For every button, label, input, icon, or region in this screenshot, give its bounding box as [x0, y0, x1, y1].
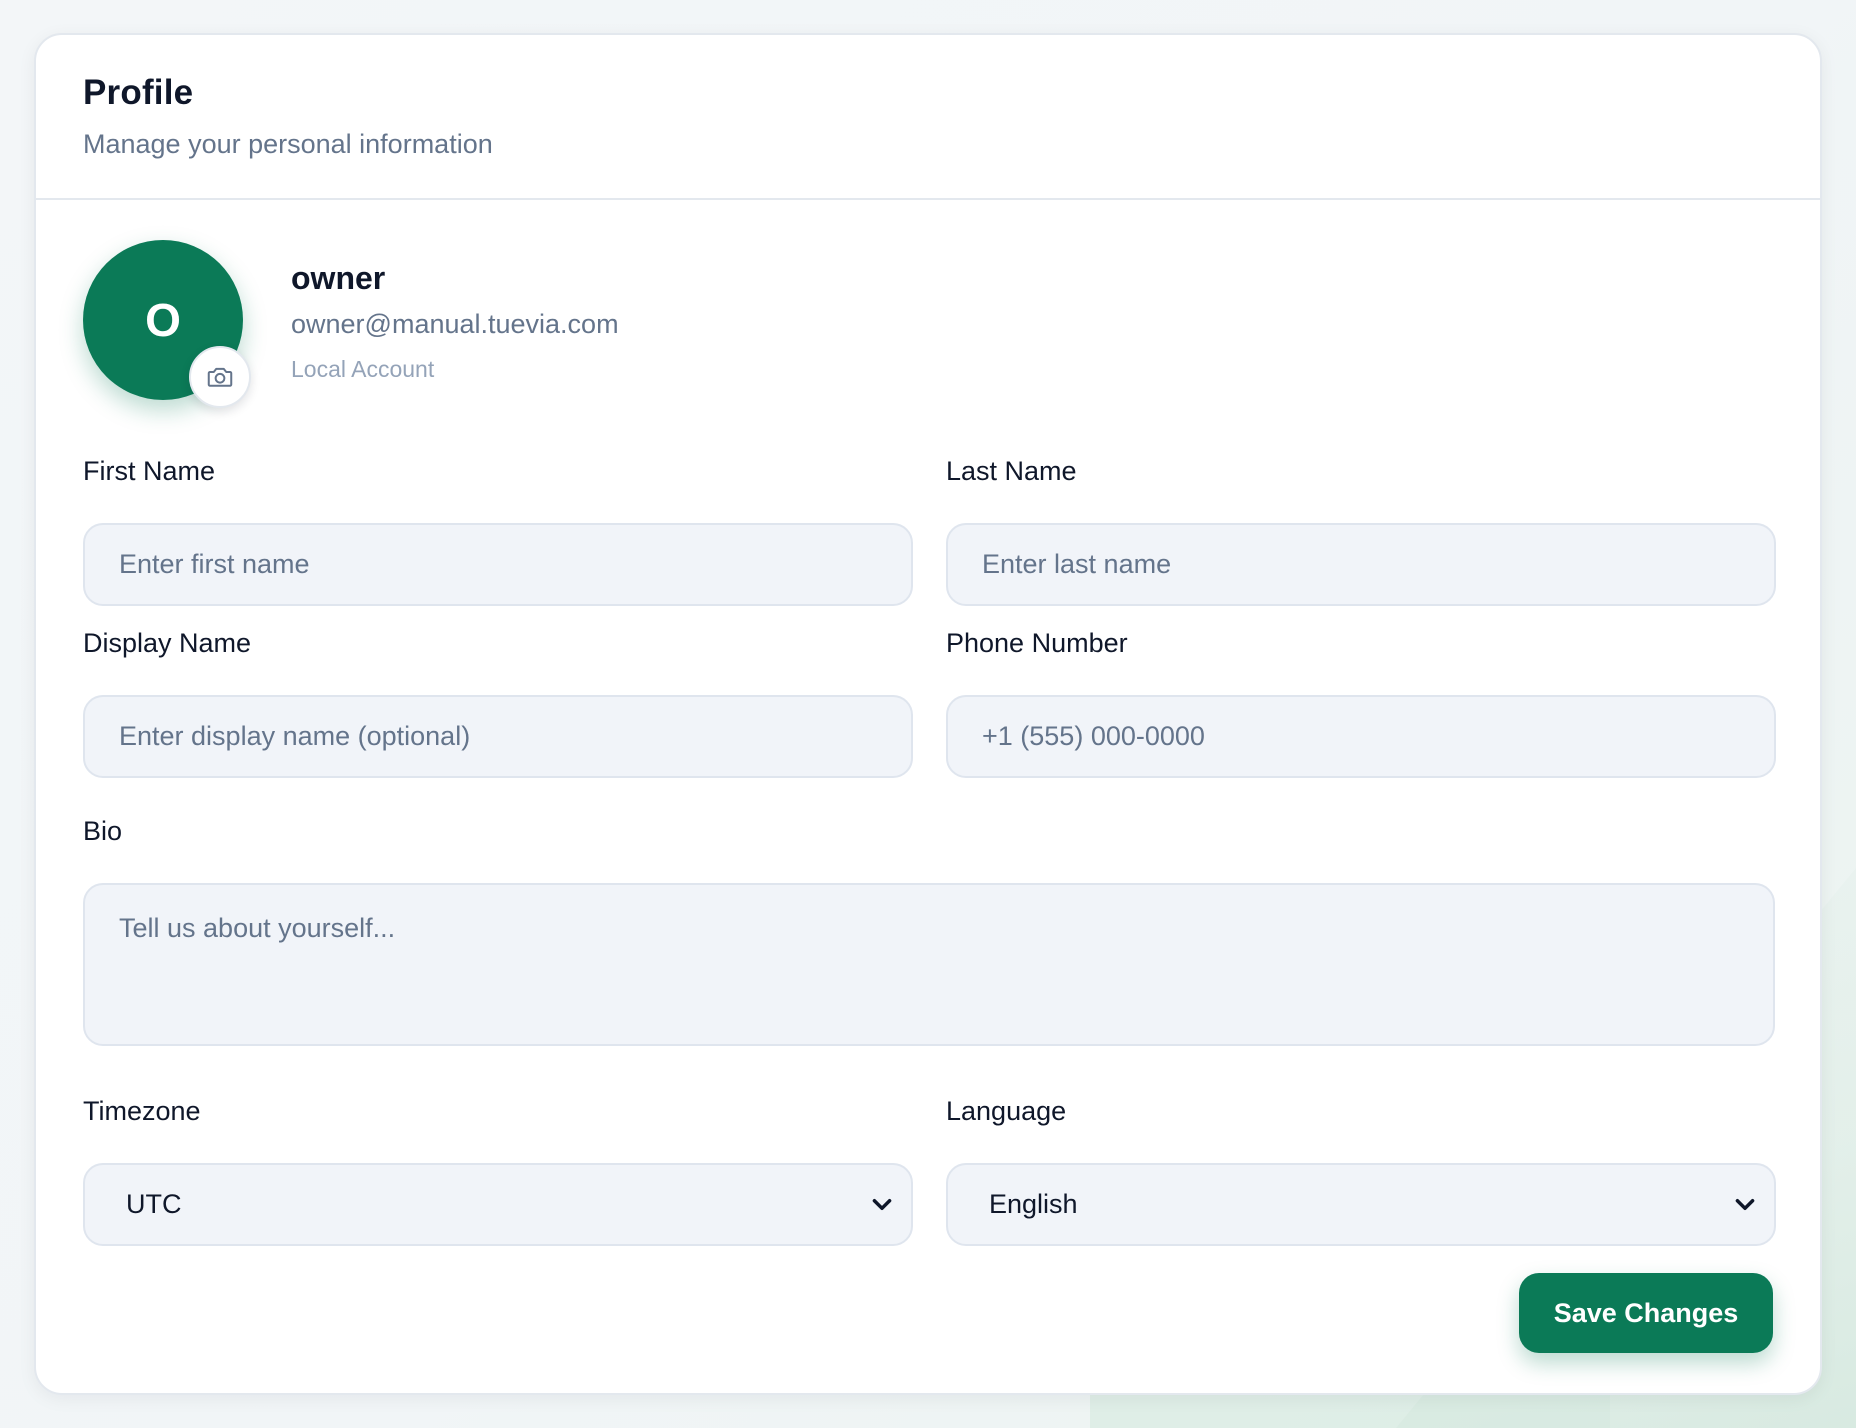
- timezone-field: Timezone UTC: [83, 1093, 913, 1246]
- change-avatar-button[interactable]: [189, 346, 251, 408]
- account-type: Local Account: [291, 356, 435, 382]
- save-changes-button[interactable]: Save Changes: [1519, 1273, 1773, 1353]
- first-name-label: First Name: [83, 456, 216, 486]
- phone-number-input[interactable]: [946, 695, 1776, 778]
- chevron-down-icon: [1735, 1199, 1755, 1211]
- display-name-label: Display Name: [83, 628, 252, 658]
- language-selected-value: English: [989, 1189, 1078, 1219]
- profile-card: Profile Manage your personal information…: [34, 33, 1822, 1395]
- card-header: Profile Manage your personal information: [36, 35, 1820, 200]
- profile-summary: O owner owner@manual.tuevia.com Local Ac…: [83, 240, 619, 408]
- phone-number-field: Phone Number: [946, 625, 1776, 778]
- avatar: O: [83, 240, 251, 408]
- camera-icon: [207, 367, 233, 387]
- avatar-initial: O: [145, 294, 181, 346]
- page-subtitle: Manage your personal information: [83, 129, 493, 159]
- bio-field: Bio: [83, 813, 1775, 1051]
- last-name-label: Last Name: [946, 456, 1077, 486]
- timezone-selected-value: UTC: [126, 1189, 182, 1219]
- timezone-label: Timezone: [83, 1096, 201, 1126]
- profile-info: owner owner@manual.tuevia.com Local Acco…: [291, 240, 619, 383]
- language-field: Language English: [946, 1093, 1776, 1246]
- page-title: Profile: [83, 73, 194, 112]
- first-name-field: First Name: [83, 453, 913, 606]
- bio-textarea[interactable]: [83, 883, 1775, 1046]
- first-name-input[interactable]: [83, 523, 913, 606]
- language-label: Language: [946, 1096, 1067, 1126]
- display-name-field: Display Name: [83, 625, 913, 778]
- bio-label: Bio: [83, 816, 123, 846]
- timezone-select[interactable]: UTC: [83, 1163, 913, 1246]
- chevron-down-icon: [872, 1199, 892, 1211]
- phone-number-label: Phone Number: [946, 628, 1128, 658]
- profile-name: owner: [291, 260, 386, 296]
- language-select[interactable]: English: [946, 1163, 1776, 1246]
- display-name-input[interactable]: [83, 695, 913, 778]
- last-name-field: Last Name: [946, 453, 1776, 606]
- profile-email: owner@manual.tuevia.com: [291, 309, 619, 339]
- last-name-input[interactable]: [946, 523, 1776, 606]
